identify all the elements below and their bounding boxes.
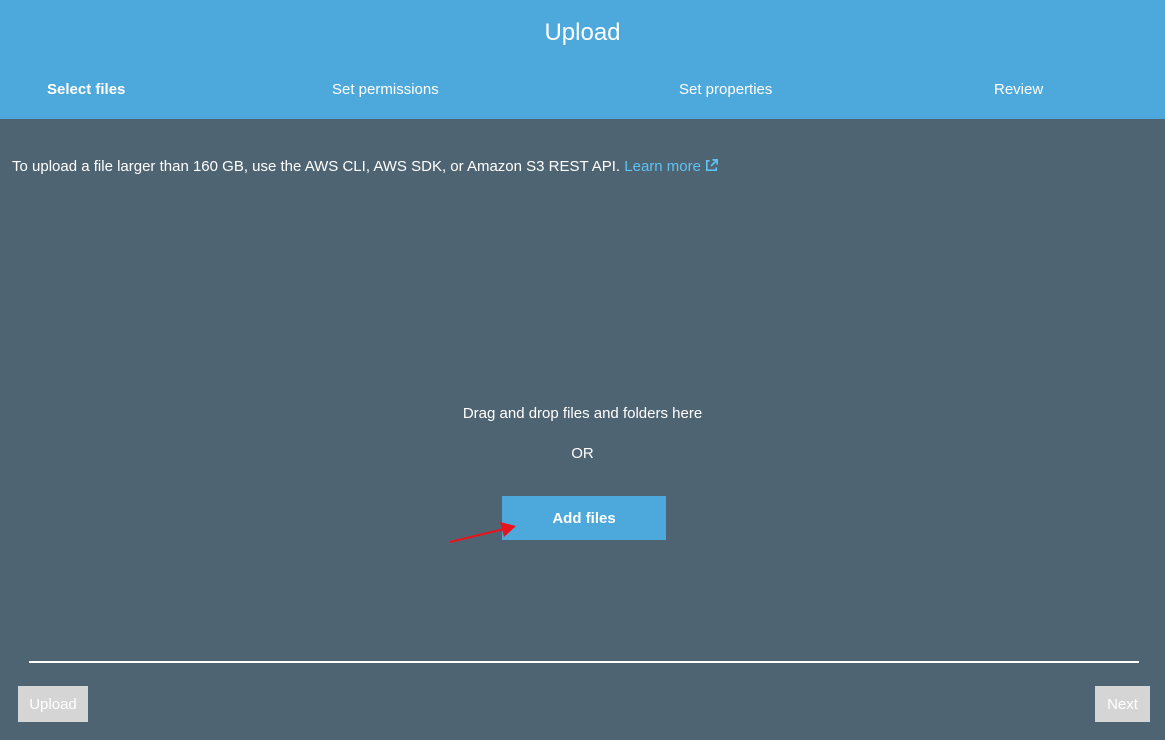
next-button[interactable]: Next bbox=[1095, 686, 1150, 722]
external-link-icon[interactable] bbox=[704, 158, 719, 177]
size-limit-notice: To upload a file larger than 160 GB, use… bbox=[12, 158, 719, 177]
dialog-title: Upload bbox=[544, 19, 621, 46]
upload-header: Upload Select files Set permissions Set … bbox=[0, 0, 1165, 119]
learn-more-link[interactable]: Learn more bbox=[624, 158, 719, 175]
add-files-button[interactable]: Add files bbox=[502, 496, 666, 540]
step-review[interactable]: Review bbox=[994, 81, 1043, 98]
notice-text: To upload a file larger than 160 GB, use… bbox=[12, 158, 621, 175]
or-separator: OR bbox=[571, 445, 594, 462]
learn-more-label[interactable]: Learn more bbox=[624, 158, 701, 175]
step-select-files[interactable]: Select files bbox=[47, 81, 125, 98]
red-arrow-icon bbox=[449, 522, 516, 543]
footer-divider bbox=[29, 661, 1139, 663]
upload-button[interactable]: Upload bbox=[18, 686, 88, 722]
step-set-properties[interactable]: Set properties bbox=[679, 81, 772, 98]
dropzone-instruction: Drag and drop files and folders here bbox=[462, 405, 703, 422]
step-set-permissions[interactable]: Set permissions bbox=[332, 81, 439, 98]
